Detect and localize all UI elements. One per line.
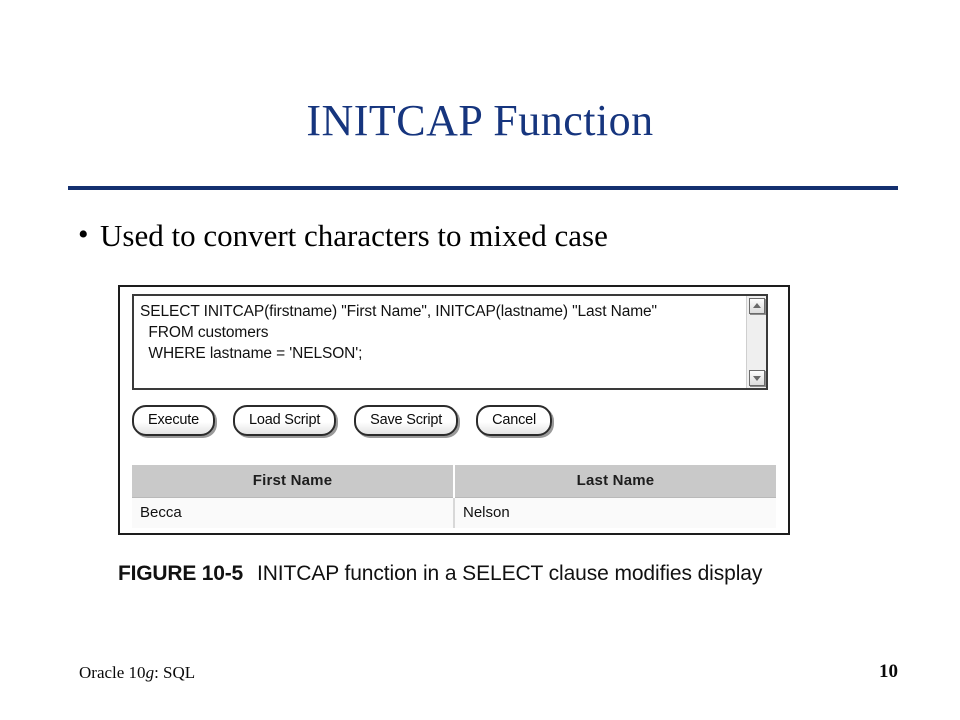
figure-caption: FIGURE 10-5 INITCAP function in a SELECT … xyxy=(118,560,918,588)
cancel-button[interactable]: Cancel xyxy=(476,405,553,436)
cell-last-name: Nelson xyxy=(454,496,776,528)
title-divider xyxy=(68,186,898,190)
cell-first-name: Becca xyxy=(132,496,455,528)
column-header-first-name[interactable]: First Name xyxy=(132,465,455,497)
footer-book-suffix: : SQL xyxy=(154,663,196,682)
scrollbar-track[interactable] xyxy=(747,314,766,370)
scroll-up-icon[interactable] xyxy=(748,298,765,314)
table-header-row: First Name Last Name xyxy=(132,465,776,497)
table-row: Becca Nelson xyxy=(132,496,776,528)
footer-book-italic: g xyxy=(145,663,155,682)
page-title: INITCAP Function xyxy=(306,96,654,145)
bullet-item-text: Used to convert characters to mixed case xyxy=(100,218,608,253)
sql-editor-text[interactable]: SELECT INITCAP(firstname) "First Name", … xyxy=(134,296,746,388)
footer-book-prefix: Oracle 10 xyxy=(79,663,146,682)
figure-screenshot-panel: SELECT INITCAP(firstname) "First Name", … xyxy=(118,285,790,535)
figure-caption-label: FIGURE 10-5 xyxy=(118,562,243,585)
page-number: 10 xyxy=(879,661,898,682)
editor-button-bar: Execute Load Script Save Script Cancel xyxy=(132,405,553,436)
column-header-last-name[interactable]: Last Name xyxy=(454,465,776,497)
figure-caption-text: INITCAP function in a SELECT clause modi… xyxy=(257,562,763,585)
load-script-button[interactable]: Load Script xyxy=(233,405,337,436)
scroll-down-icon[interactable] xyxy=(748,370,765,386)
footer-book-title: Oracle 10g: SQL xyxy=(79,662,195,684)
save-script-button[interactable]: Save Script xyxy=(354,405,459,436)
sql-editor[interactable]: SELECT INITCAP(firstname) "First Name", … xyxy=(132,294,768,390)
bullet-list: • Used to convert characters to mixed ca… xyxy=(78,217,878,255)
results-table: First Name Last Name Becca Nelson xyxy=(132,465,776,528)
bullet-marker-icon: • xyxy=(78,218,89,251)
execute-button[interactable]: Execute xyxy=(132,405,215,436)
sql-editor-scrollbar[interactable] xyxy=(746,296,766,388)
